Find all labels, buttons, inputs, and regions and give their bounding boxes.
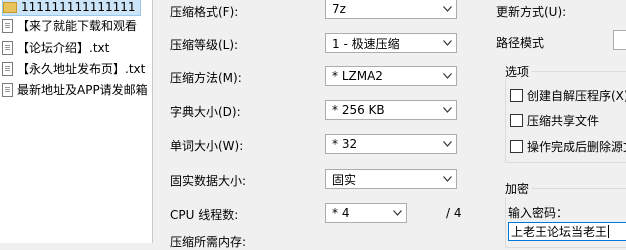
text-file-icon [2,18,13,33]
threads-value: * 4 [332,206,350,220]
delete-after-checkbox-label: 操作完成后删除源文件 [527,140,626,154]
dict-size-value: * 256 KB [332,103,385,117]
file-list-item[interactable]: 【永久地址发布页】.txt [2,60,149,77]
update-mode-label: 更新方式(U): [496,5,567,19]
file-name: 最新地址及APP请发邮箱 [17,83,148,97]
folder-icon [3,2,17,13]
file-name: 111111111111111 [21,0,136,14]
options-group-title: 选项 [502,63,533,80]
file-list-item[interactable]: 最新地址及APP请发邮箱 [2,81,152,98]
delete-after-checkbox[interactable] [510,140,523,153]
sfx-checkbox-label: 创建自解压程序(X) [527,89,626,103]
path-mode-label: 路径模式 [496,36,545,50]
threads-total: / 4 [446,206,462,220]
chevron-down-icon [389,204,406,222]
level-select[interactable]: 1 - 极速压缩 [325,33,457,53]
threads-select[interactable]: * 4 [325,203,407,223]
sfx-checkbox-row[interactable]: 创建自解压程序(X) [510,87,626,104]
shared-files-checkbox[interactable] [510,114,523,127]
word-size-label: 单词大小(W): [170,139,244,153]
shared-files-checkbox-label: 压缩共享文件 [527,114,600,128]
format-value: 7z [332,2,346,16]
solid-size-label: 固实数据大小: [170,174,247,188]
method-value: * LZMA2 [332,69,383,83]
method-label: 压缩方法(M): [170,71,242,85]
sfx-checkbox[interactable] [510,89,523,102]
threads-label: CPU 线程数: [170,208,239,222]
solid-size-value: 固实 [332,172,357,187]
password-input[interactable]: 上老王论坛当老王 [508,222,626,241]
text-file-icon [2,40,13,55]
format-select[interactable]: 7z [325,0,457,19]
chevron-down-icon [439,135,456,153]
shared-files-checkbox-row[interactable]: 压缩共享文件 [510,112,599,129]
method-select[interactable]: * LZMA2 [325,66,457,86]
word-size-select[interactable]: * 32 [325,134,457,154]
text-file-icon [2,82,13,97]
encryption-group-title: 加密 [502,180,533,197]
level-value: 1 - 极速压缩 [332,36,400,51]
memory-label: 压缩所需内存: [170,235,247,249]
delete-after-checkbox-row[interactable]: 操作完成后删除源文件 [510,138,626,155]
password-label: 输入密码： [508,206,569,220]
chevron-down-icon [439,34,456,52]
file-list-item[interactable]: 【论坛介绍】.txt [2,39,113,56]
chevron-down-icon [439,101,456,119]
file-name: 【永久地址发布页】.txt [17,62,146,76]
text-file-icon [2,61,13,76]
chevron-down-icon [439,67,456,85]
solid-size-select[interactable]: 固实 [325,169,457,189]
chevron-down-icon [439,170,456,188]
file-list-item-folder[interactable]: 111111111111111 [2,0,141,16]
level-label: 压缩等级(L): [170,38,239,52]
file-list-item[interactable]: 【来了就能下载和观看 [2,17,141,34]
add-to-archive-dialog: 压缩格式(F): 7z 压缩等级(L): 1 - 极速压缩 压缩方法(M): *… [153,0,626,249]
file-name: 【来了就能下载和观看 [17,19,138,33]
text-caret [608,225,610,238]
dict-size-select[interactable]: * 256 KB [325,100,457,120]
dict-size-label: 字典大小(D): [170,105,241,119]
format-label: 压缩格式(F): [170,5,239,19]
path-mode-select[interactable] [613,30,626,50]
file-list-pane: 111111111111111 【来了就能下载和观看 【论坛介绍】.txt 【永… [0,0,153,243]
chevron-down-icon [439,0,456,18]
password-value: 上老王论坛当老王 [511,225,608,239]
word-size-value: * 32 [332,137,358,151]
file-name: 【论坛介绍】.txt [17,41,110,55]
